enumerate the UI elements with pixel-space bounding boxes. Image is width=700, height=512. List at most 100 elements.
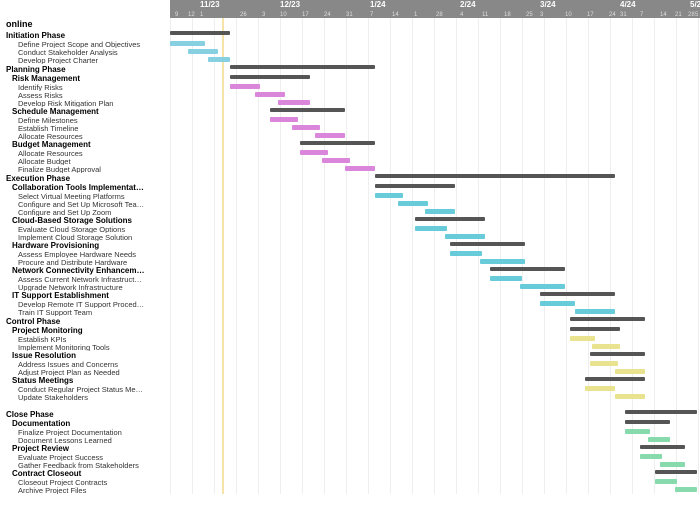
gantt-bar[interactable] (655, 470, 697, 474)
gantt-bar[interactable] (270, 108, 345, 112)
gantt-bar[interactable] (640, 454, 662, 459)
gantt-bar[interactable] (300, 141, 375, 145)
gantt-bar[interactable] (540, 301, 575, 306)
gantt-bar[interactable] (300, 150, 328, 155)
gantt-bar[interactable] (398, 201, 428, 206)
task-row[interactable]: Implement Cloud Storage Solution (6, 233, 166, 241)
gantt-bar[interactable] (345, 166, 375, 171)
task-row[interactable]: Upgrade Network Infrastructure (6, 283, 166, 291)
task-row[interactable]: Procure and Distribute Hardware (6, 258, 166, 266)
gantt-bar[interactable] (570, 336, 595, 341)
task-row[interactable]: Implement Monitoring Tools (6, 343, 166, 351)
gantt-bar[interactable] (675, 487, 697, 492)
task-row[interactable]: Closeout Project Contracts (6, 478, 166, 486)
gantt-bar[interactable] (625, 420, 670, 424)
task-row[interactable]: Identify Risks (6, 83, 166, 91)
phase-row[interactable]: Close Phase (6, 409, 170, 419)
gantt-bar[interactable] (425, 209, 455, 214)
group-row[interactable]: Cloud-Based Storage Solutions (6, 216, 170, 225)
group-row[interactable]: Project Review (6, 444, 170, 453)
gantt-bar[interactable] (590, 361, 618, 366)
gantt-bar[interactable] (655, 479, 677, 484)
task-row[interactable]: Document Lessons Learned (6, 436, 166, 444)
phase-row[interactable]: Execution Phase (6, 173, 170, 183)
gantt-bar[interactable] (188, 49, 218, 54)
gantt-bar[interactable] (445, 234, 485, 239)
gantt-bar[interactable] (540, 292, 615, 296)
task-row[interactable]: Develop Risk Mitigation Plan (6, 99, 166, 107)
gantt-bar[interactable] (615, 369, 645, 374)
task-row[interactable]: Finalize Project Documentation (6, 428, 166, 436)
task-row[interactable]: Allocate Resources (6, 132, 166, 140)
task-row[interactable]: Select Virtual Meeting Platforms (6, 192, 166, 200)
gantt-bar[interactable] (322, 158, 350, 163)
gantt-bar[interactable] (415, 217, 485, 221)
gantt-bar[interactable] (660, 462, 685, 467)
task-row[interactable]: Address Issues and Concerns (6, 360, 166, 368)
gantt-bar[interactable] (278, 100, 310, 105)
task-row[interactable]: Archive Project Files (6, 486, 166, 494)
gantt-bar[interactable] (170, 31, 230, 35)
phase-row[interactable]: Initiation Phase (6, 30, 170, 40)
gantt-bar[interactable] (520, 284, 565, 289)
group-row[interactable]: Risk Management (6, 74, 170, 83)
task-row[interactable]: Conduct Stakeholder Analysis (6, 48, 166, 56)
gantt-bar[interactable] (450, 251, 482, 256)
task-row[interactable]: Develop Project Charter (6, 56, 166, 64)
gantt-bar[interactable] (490, 276, 522, 281)
group-row[interactable]: Budget Management (6, 140, 170, 149)
group-row[interactable]: Network Connectivity Enhancem… (6, 266, 170, 275)
task-row[interactable]: Define Milestones (6, 116, 166, 124)
task-row[interactable]: Conduct Regular Project Status Me… (6, 385, 166, 393)
task-row[interactable]: Train IT Support Team (6, 308, 166, 316)
gantt-bar[interactable] (230, 75, 310, 79)
task-row[interactable]: Assess Employee Hardware Needs (6, 250, 166, 258)
gantt-bar[interactable] (315, 133, 345, 138)
gantt-bar[interactable] (375, 174, 615, 178)
phase-row[interactable]: Planning Phase (6, 64, 170, 74)
task-row[interactable]: Assess Risks (6, 91, 166, 99)
gantt-bar[interactable] (585, 386, 615, 391)
task-row[interactable]: Evaluate Project Success (6, 453, 166, 461)
gantt-bar[interactable] (490, 267, 565, 271)
gantt-bar[interactable] (590, 352, 645, 356)
gantt-bar[interactable] (615, 394, 645, 399)
gantt-bar[interactable] (415, 226, 447, 231)
task-row[interactable]: Develop Remote IT Support Proced… (6, 300, 166, 308)
gantt-bar[interactable] (375, 184, 455, 188)
task-row[interactable]: Define Project Scope and Objectives (6, 40, 166, 48)
gantt-bar[interactable] (648, 437, 670, 442)
gantt-bar[interactable] (570, 317, 645, 321)
task-row[interactable]: Configure and Set Up Zoom (6, 208, 166, 216)
group-row[interactable]: Hardware Provisioning (6, 241, 170, 250)
group-row[interactable]: Schedule Management (6, 107, 170, 116)
group-row[interactable]: Contract Closeout (6, 469, 170, 478)
gantt-bar[interactable] (592, 344, 620, 349)
gantt-bar[interactable] (230, 84, 260, 89)
gantt-bar[interactable] (208, 57, 230, 62)
phase-row[interactable]: Control Phase (6, 316, 170, 326)
gantt-bar[interactable] (625, 410, 697, 414)
task-row[interactable]: Adjust Project Plan as Needed (6, 368, 166, 376)
gantt-bar[interactable] (230, 65, 375, 69)
gantt-bar[interactable] (585, 377, 645, 381)
task-row[interactable]: Gather Feedback from Stakeholders (6, 461, 166, 469)
gantt-bar[interactable] (255, 92, 285, 97)
task-row[interactable]: Configure and Set Up Microsoft Tea… (6, 200, 166, 208)
task-row[interactable]: Finalize Budget Approval (6, 165, 166, 173)
gantt-bar[interactable] (375, 193, 403, 198)
gantt-bar[interactable] (640, 445, 685, 449)
group-row[interactable]: Collaboration Tools Implementat… (6, 183, 170, 192)
task-row[interactable]: Allocate Resources (6, 149, 166, 157)
task-row[interactable]: Establish Timeline (6, 124, 166, 132)
gantt-bar[interactable] (480, 259, 525, 264)
group-row[interactable]: Status Meetings (6, 376, 170, 385)
gantt-bar[interactable] (170, 41, 205, 46)
group-row[interactable]: Issue Resolution (6, 351, 170, 360)
task-row[interactable]: Assess Current Network Infrastruct… (6, 275, 166, 283)
gantt-bar[interactable] (292, 125, 320, 130)
gantt-bar[interactable] (625, 429, 650, 434)
chart-area[interactable] (170, 18, 700, 494)
task-row[interactable]: Establish KPIs (6, 335, 166, 343)
task-row[interactable]: Update Stakeholders (6, 393, 166, 401)
